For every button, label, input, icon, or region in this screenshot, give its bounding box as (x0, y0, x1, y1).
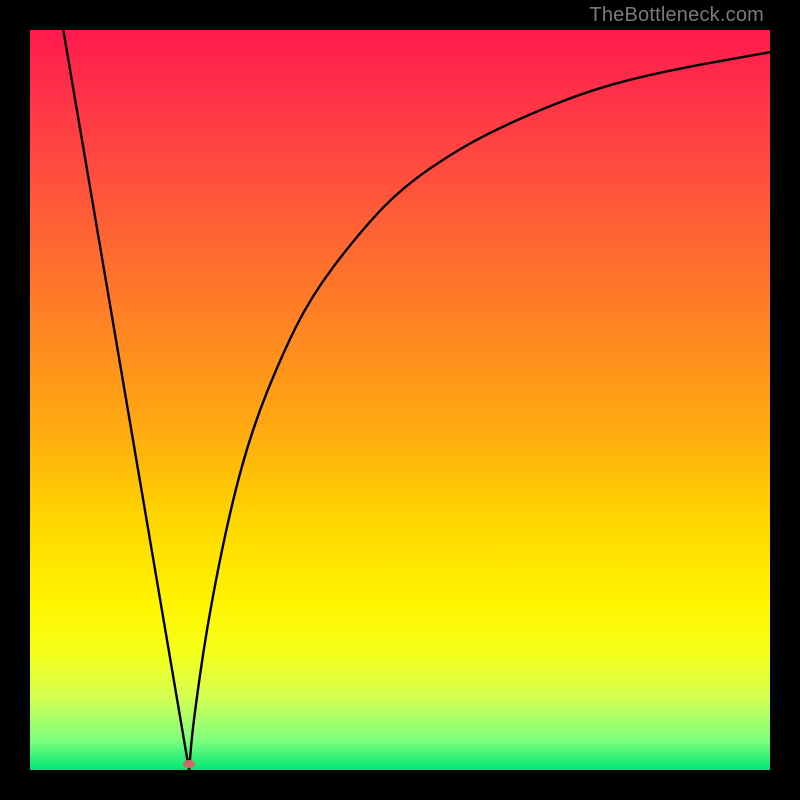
watermark-text: TheBottleneck.com (589, 4, 764, 27)
chart-frame: TheBottleneck.com (0, 0, 800, 800)
minimum-marker (183, 760, 195, 768)
plot-area (30, 30, 770, 770)
heat-gradient-background (30, 30, 770, 770)
